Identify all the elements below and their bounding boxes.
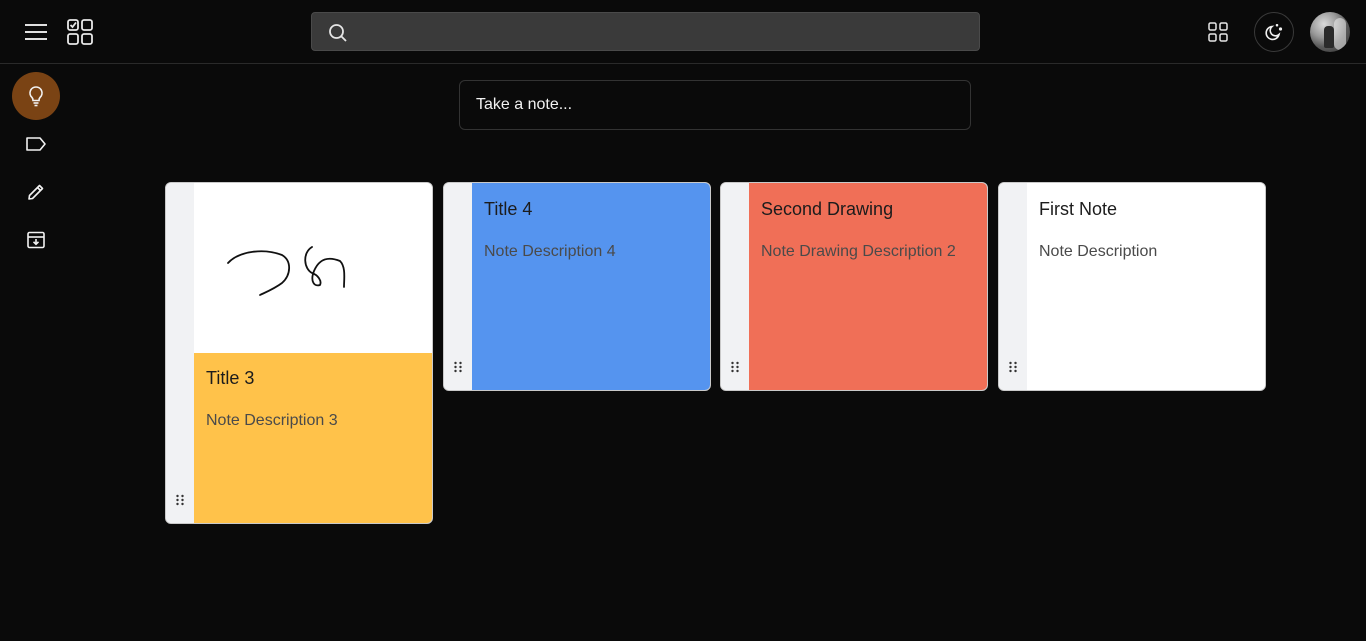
note-content: Title 3 Note Description 3	[194, 353, 432, 523]
note-description: Note Description	[1039, 243, 1158, 260]
note-card[interactable]: Title 4 Note Description 4	[443, 182, 711, 391]
moon-theme-icon	[1265, 24, 1283, 41]
note-body: First Note Note Description	[1027, 183, 1265, 390]
apps-button[interactable]	[1198, 12, 1238, 52]
note-drawing	[194, 183, 432, 353]
pencil-icon	[28, 184, 44, 200]
search-icon	[329, 24, 347, 42]
note-body: Title 4 Note Description 4	[472, 183, 710, 390]
note-body: Second Drawing Note Drawing Description …	[749, 183, 987, 390]
take-note-input[interactable]: Take a note...	[459, 80, 971, 130]
label-icon	[26, 137, 46, 151]
menu-button[interactable]	[16, 12, 56, 52]
drag-handle-icon[interactable]	[453, 361, 463, 373]
drag-handle-icon[interactable]	[730, 361, 740, 373]
drag-handle-icon[interactable]	[1008, 361, 1018, 373]
note-title: Second Drawing	[761, 199, 894, 219]
app-logo-icon	[67, 19, 93, 45]
search-bar[interactable]	[311, 12, 980, 51]
app-logo[interactable]	[60, 12, 100, 52]
drag-handle-strip[interactable]	[166, 183, 194, 523]
top-app-bar	[0, 0, 1366, 64]
drag-handle-strip[interactable]	[444, 183, 472, 390]
sidebar-item-edit[interactable]	[12, 168, 60, 216]
apps-grid-icon	[1208, 22, 1228, 42]
note-description: Note Description 3	[206, 412, 338, 429]
drawing-strokes	[227, 246, 346, 296]
sidebar-item-labels[interactable]	[12, 120, 60, 168]
note-description: Note Description 4	[484, 243, 616, 260]
note-description: Note Drawing Description 2	[761, 243, 956, 260]
search-input[interactable]	[360, 13, 960, 50]
user-avatar[interactable]	[1310, 12, 1350, 52]
drag-handle-strip[interactable]	[999, 183, 1027, 390]
note-title: First Note	[1039, 199, 1118, 219]
note-card[interactable]: Title 3 Note Description 3	[165, 182, 433, 524]
theme-toggle-button[interactable]	[1254, 12, 1294, 52]
note-body: Title 3 Note Description 3	[194, 183, 432, 523]
note-title: Title 4	[484, 199, 533, 219]
archive-icon	[27, 231, 45, 249]
note-card[interactable]: Second Drawing Note Drawing Description …	[720, 182, 988, 391]
drag-handle-strip[interactable]	[721, 183, 749, 390]
menu-icon	[25, 24, 47, 40]
sidebar-item-archive[interactable]	[12, 216, 60, 264]
lightbulb-icon	[29, 86, 43, 107]
note-title: Title 3	[206, 368, 255, 388]
avatar-figure	[1324, 26, 1334, 48]
avatar-highlight	[1334, 18, 1346, 50]
sidebar-item-notes[interactable]	[12, 72, 60, 120]
note-card[interactable]: First Note Note Description	[998, 182, 1266, 391]
drag-handle-icon[interactable]	[175, 494, 185, 506]
